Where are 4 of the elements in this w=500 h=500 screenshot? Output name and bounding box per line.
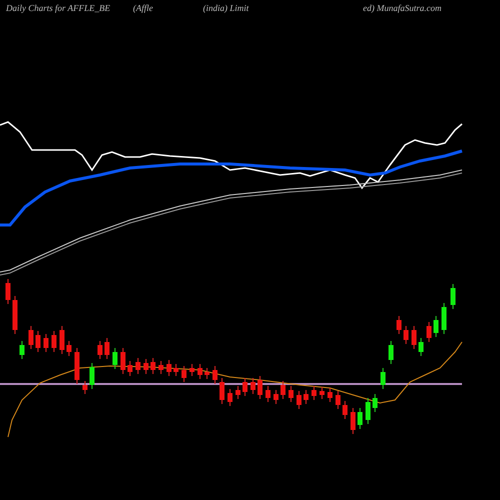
chart-caption: ed) MunafaSutra.com — [363, 3, 442, 13]
chart-caption: (Affle — [133, 3, 153, 13]
chart-caption: (india) Limit — [203, 3, 249, 13]
chart-caption: Daily Charts for AFFLE_BE — [6, 3, 110, 13]
